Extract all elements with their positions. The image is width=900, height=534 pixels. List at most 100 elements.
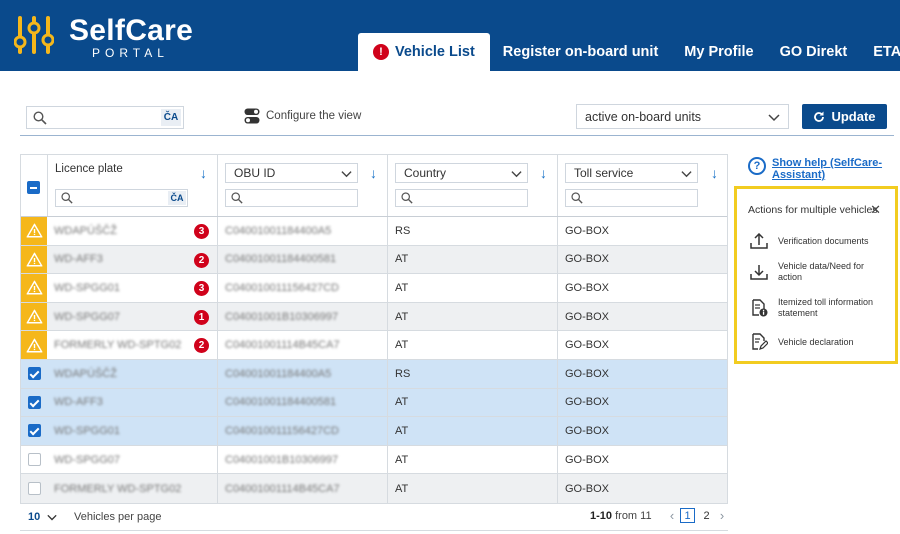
page-2-button[interactable]: 2 xyxy=(699,508,714,523)
licence-plate-cell[interactable]: WDAPÚŠČŽ 3 xyxy=(47,217,217,245)
tab-my-profile[interactable]: My Profile xyxy=(671,33,766,71)
obu-id-cell: C04001001114B45CA7 xyxy=(217,331,387,359)
table-row[interactable]: WD-AFF3 2 C04001001184400581 AT GO-BOX xyxy=(21,245,727,275)
table-row[interactable]: WD-AFF3 C04001001184400581 AT GO-BOX xyxy=(21,388,727,418)
row-checkbox-cell xyxy=(21,360,47,388)
tab-go-direkt[interactable]: GO Direkt xyxy=(767,33,861,71)
alert-icon: ! xyxy=(373,44,389,60)
licence-plate-cell[interactable]: WD-SPGG01 xyxy=(47,417,217,445)
row-checkbox[interactable] xyxy=(27,482,41,496)
obu-id-cell: C04001001184400581 xyxy=(217,388,387,417)
per-page-select[interactable]: 10 xyxy=(28,511,57,523)
brand-subtitle: PORTAL xyxy=(92,46,169,60)
update-button[interactable]: Update xyxy=(802,104,887,129)
row-checkbox[interactable] xyxy=(27,395,41,409)
country-header-select[interactable]: Country xyxy=(395,163,528,183)
country-cell: RS xyxy=(387,217,557,245)
country-cell: AT xyxy=(387,274,557,302)
toll-service-filter[interactable] xyxy=(565,189,698,207)
show-help-link[interactable]: Show help (SelfCare-Assistant) xyxy=(772,157,890,181)
sort-arrow-icon[interactable]: ↓ xyxy=(540,165,547,181)
search-icon xyxy=(401,192,413,204)
licence-plate-value: WD-SPGG07 xyxy=(54,310,121,323)
special-chars-button[interactable]: ČA xyxy=(161,109,181,126)
tab-eta[interactable]: ETA xyxy=(860,33,900,71)
table-row[interactable]: WDAPÚŠČŽ 3 C04001001184400A5 RS GO-BOX xyxy=(21,217,727,246)
row-checkbox-cell xyxy=(21,446,47,474)
obu-id-cell: C04001001184400A5 xyxy=(217,217,387,245)
special-chars-button[interactable]: ČA xyxy=(168,191,186,205)
country-cell: AT xyxy=(387,388,557,417)
pagination: ‹ 1 2 › xyxy=(666,508,728,523)
search-input[interactable] xyxy=(51,108,155,127)
per-page-label: Vehicles per page xyxy=(74,511,162,523)
row-checkbox[interactable] xyxy=(27,424,41,438)
sort-arrow-icon[interactable]: ↓ xyxy=(711,165,718,181)
licence-plate-cell[interactable]: WD-SPGG07 1 xyxy=(47,303,217,331)
range-value: 1-10 xyxy=(590,510,613,522)
country-filter[interactable] xyxy=(395,189,528,207)
warning-cell xyxy=(21,331,47,359)
country-cell: RS xyxy=(387,359,557,388)
download-icon xyxy=(750,265,768,280)
table-row[interactable]: WD-SPGG01 C040010011156427CD AT GO-BOX xyxy=(21,417,727,446)
licence-plate-cell[interactable]: WD-SPGG01 3 xyxy=(47,274,217,302)
table-row[interactable]: FORMERLY WD-SPTG02 C04001001114B45CA7 AT GO… xyxy=(21,474,727,503)
table-row[interactable]: WD-SPGG01 3 C040010011156427CD AT GO-BOX xyxy=(21,274,727,303)
row-checkbox[interactable] xyxy=(27,367,41,381)
row-checkbox[interactable] xyxy=(27,453,41,467)
table-row[interactable]: WD-SPGG07 1 C04001001B10306997 AT GO-BOX xyxy=(21,302,727,332)
licence-plate-cell[interactable]: WD-SPGG07 xyxy=(47,446,217,474)
multi-actions-panel: Actions for multiple vehicles ✕ Verifica… xyxy=(734,186,898,364)
toll-service-cell: GO-BOX xyxy=(557,331,728,359)
country-header: Country xyxy=(404,166,447,180)
sort-arrow-icon[interactable]: ↓ xyxy=(370,165,377,181)
sort-arrow-icon[interactable]: ↓ xyxy=(200,165,207,181)
toll-service-cell: GO-BOX xyxy=(557,417,728,445)
action-vehicle-data[interactable]: Vehicle data/Need for action xyxy=(750,261,888,283)
obu-id-value: C04001001184400A5 xyxy=(225,224,332,237)
configure-view-button[interactable]: Configure the view xyxy=(244,108,361,124)
select-all-checkbox[interactable] xyxy=(27,181,40,194)
warning-cell xyxy=(21,245,47,274)
column-toll-service: Toll service ↓ xyxy=(557,155,728,216)
licence-plate-cell[interactable]: WD-AFF3 2 xyxy=(47,246,217,274)
tab-register-obu[interactable]: Register on-board unit xyxy=(490,33,671,71)
issue-count-badge: 2 xyxy=(194,252,209,268)
help-question-icon[interactable]: ? xyxy=(748,157,766,175)
toll-service-value: GO-BOX xyxy=(565,281,610,294)
table-row[interactable]: WDAPÚŠČŽ C04001001184400A5 RS GO-BOX xyxy=(21,359,727,389)
upload-icon xyxy=(750,233,768,249)
page-1-button[interactable]: 1 xyxy=(680,508,695,523)
toll-service-cell: GO-BOX xyxy=(557,474,728,503)
search-icon xyxy=(231,192,243,204)
country-value: RS xyxy=(395,367,411,380)
table-row[interactable]: FORMERLY WD-SPTG02 2 C04001001114B45CA7 AT G… xyxy=(21,331,727,360)
chevron-left-icon[interactable]: ‹ xyxy=(666,508,678,523)
obu-filter-select[interactable]: active on-board units xyxy=(576,104,789,129)
chevron-down-icon xyxy=(341,171,352,178)
toll-service-header-select[interactable]: Toll service xyxy=(565,163,698,183)
country-cell: AT xyxy=(387,474,557,503)
toll-service-value: GO-BOX xyxy=(565,310,610,323)
row-checkbox-cell xyxy=(21,417,47,445)
table-row[interactable]: WD-SPGG07 C04001001B10306997 AT GO-BOX xyxy=(21,445,727,475)
warning-icon xyxy=(26,223,42,238)
action-itemized-statement[interactable]: Itemized toll information statement xyxy=(750,297,888,319)
close-icon[interactable]: ✕ xyxy=(870,202,881,218)
licence-plate-filter[interactable]: ČA xyxy=(55,189,188,207)
licence-plate-cell[interactable]: WDAPÚŠČŽ xyxy=(47,360,217,388)
row-checkbox-cell xyxy=(21,389,47,417)
licence-plate-cell[interactable]: WD-AFF3 xyxy=(47,389,217,417)
main-search: ČA xyxy=(26,106,184,129)
action-verification-documents[interactable]: Verification documents xyxy=(750,233,888,249)
obu-id-header-select[interactable]: OBU ID xyxy=(225,163,358,183)
tab-vehicle-list[interactable]: ! Vehicle List xyxy=(358,33,490,71)
chevron-right-icon[interactable]: › xyxy=(716,508,728,523)
action-vehicle-declaration[interactable]: Vehicle declaration xyxy=(750,333,888,351)
licence-plate-cell[interactable]: FORMERLY WD-SPTG02 2 xyxy=(47,331,217,359)
toll-service-value: GO-BOX xyxy=(565,396,610,409)
licence-plate-cell[interactable]: FORMERLY WD-SPTG02 xyxy=(47,474,217,503)
obu-id-filter[interactable] xyxy=(225,189,358,207)
obu-id-value: C04001001B10306997 xyxy=(225,310,339,323)
